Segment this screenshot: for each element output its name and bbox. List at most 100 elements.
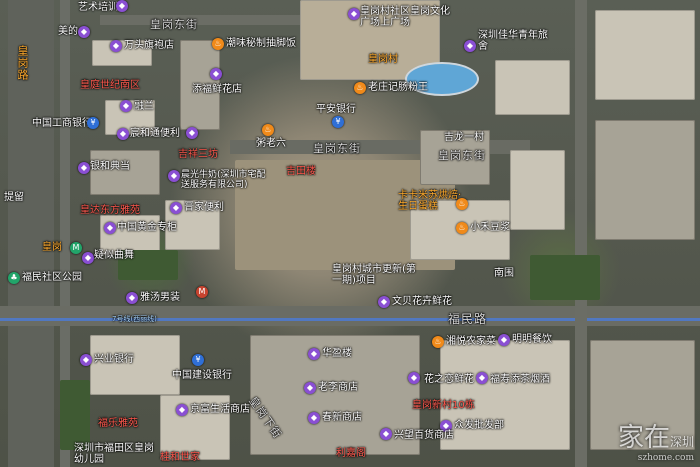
poi-jitian[interactable]: 吉田楼 xyxy=(286,166,316,178)
shop-icon[interactable]: ◆ xyxy=(126,292,138,304)
poi-renewal-project[interactable]: 皇岗村城市更新(第一期)项目 xyxy=(332,264,422,286)
fumin-road xyxy=(0,306,700,326)
poi-icbc[interactable]: 中国工商银行 xyxy=(32,118,92,130)
poi-laozhuji[interactable]: 老庄记肠粉王 xyxy=(368,82,428,94)
building xyxy=(595,10,695,100)
shop-icon[interactable]: ◆ xyxy=(120,100,132,112)
poi-zhongfa[interactable]: 众发批发部 xyxy=(454,420,504,432)
building xyxy=(495,60,570,115)
bank-icon[interactable]: ¥ xyxy=(332,116,344,128)
shop-icon[interactable]: ◆ xyxy=(476,372,488,384)
shop-icon[interactable]: ◆ xyxy=(308,412,320,424)
shop-icon[interactable]: ◆ xyxy=(348,8,360,20)
shop-icon[interactable]: ◆ xyxy=(78,26,90,38)
poi-jilong[interactable]: 吉龙一村 xyxy=(444,132,484,144)
poi-huazhilian[interactable]: 花之恋鲜花 xyxy=(424,374,474,386)
park-icon[interactable]: ♣ xyxy=(8,272,20,284)
poi-huangting-south[interactable]: 皇庭世纪南区 xyxy=(80,80,140,92)
poi-art-training[interactable]: 艺术培训 xyxy=(78,2,118,14)
poi-fushou[interactable]: 福寿添茶烟酒 xyxy=(490,374,550,386)
shop-icon[interactable]: ◆ xyxy=(176,404,188,416)
poi-nongjia[interactable]: 湘悦农家菜 xyxy=(446,336,496,348)
main-road-vertical xyxy=(8,0,54,467)
poi-laoli[interactable]: 老李商店 xyxy=(318,382,358,394)
poi-guihe[interactable]: 桂和世家 xyxy=(160,452,200,464)
poi-fumin-park[interactable]: 福民社区公园 xyxy=(22,272,82,284)
satellite-map[interactable]: 皇岗路 皇岗东街 福民路 皇岗东街 提留 7号线(西丽线) 皇岗下街 艺术培训 … xyxy=(0,0,700,467)
bakery-icon[interactable]: ♨ xyxy=(456,198,468,210)
poi-rongshi[interactable]: 融兰 xyxy=(134,101,154,113)
poi-gold[interactable]: 中国黄金专柜 xyxy=(117,222,177,234)
poi-huaying[interactable]: 华盈楼 xyxy=(322,348,352,360)
street-label-fumin-road: 福民路 xyxy=(448,312,488,326)
poi-culture-plaza[interactable]: 皇岗村社区皇岗文化广场上广场 xyxy=(360,6,450,28)
poi-jingfu[interactable]: 京富生活商店 xyxy=(190,404,250,416)
poi-lijia[interactable]: 利嘉阁 xyxy=(336,448,366,460)
watermark: 家在深圳 szhome.com xyxy=(618,417,694,463)
street-label-huanggang-east-street: 皇岗东街 xyxy=(313,142,361,155)
poi-chunxin[interactable]: 春新商店 xyxy=(322,412,362,424)
shop-icon[interactable]: ◆ xyxy=(210,68,222,80)
shop-icon[interactable]: ◆ xyxy=(308,348,320,360)
shop-icon[interactable]: ◆ xyxy=(380,428,392,440)
poi-tianfu-flower[interactable]: 添福鲜花店 xyxy=(192,84,242,96)
poi-nanwei[interactable]: 南围 xyxy=(494,268,514,280)
bank-icon[interactable]: ¥ xyxy=(87,117,99,129)
street-label-huanggang-east-2: 皇岗东街 xyxy=(438,149,486,162)
restaurant-icon[interactable]: ♨ xyxy=(432,336,444,348)
poi-ccb[interactable]: 中国建设银行 xyxy=(172,370,232,382)
shop-icon[interactable]: ◆ xyxy=(78,162,90,174)
building xyxy=(595,120,695,240)
building xyxy=(510,150,565,230)
poi-jixiang[interactable]: 吉祥三坊 xyxy=(178,149,218,161)
shop-icon[interactable]: ◆ xyxy=(378,296,390,308)
poi-yinhe[interactable]: 银和典当 xyxy=(90,161,130,173)
building xyxy=(100,215,160,255)
shop-icon[interactable]: ◆ xyxy=(80,354,92,366)
metro-icon[interactable]: M xyxy=(70,242,82,254)
metro-entrance-icon[interactable]: M xyxy=(196,286,208,298)
right-vertical-road xyxy=(575,0,587,467)
poi-fule[interactable]: 福乐雅苑 xyxy=(98,418,138,430)
restaurant-icon[interactable]: ♨ xyxy=(262,124,274,136)
poi-huanggang-xincun[interactable]: 皇岗新村10栋 xyxy=(412,400,475,412)
shop-icon[interactable]: ◆ xyxy=(104,222,116,234)
restaurant-icon[interactable]: ♨ xyxy=(354,82,366,94)
bank-icon[interactable]: ¥ xyxy=(192,354,204,366)
restaurant-icon[interactable]: ♨ xyxy=(456,222,468,234)
shop-icon[interactable]: ◆ xyxy=(116,0,128,12)
street-label-upper: 皇岗东街 xyxy=(150,18,198,31)
hotel-icon[interactable]: ◆ xyxy=(464,40,476,52)
poi-xiaohe[interactable]: 小禾豆浆 xyxy=(470,222,510,234)
shop-icon[interactable]: ◆ xyxy=(168,170,180,182)
poi-mingming[interactable]: 明明餐饮 xyxy=(512,334,552,346)
poi-huanggang-village[interactable]: 皇岗村 xyxy=(368,54,398,66)
park xyxy=(60,380,90,450)
shop-icon[interactable]: ◆ xyxy=(408,372,420,384)
poi-hongkong[interactable]: 宸和通便利 xyxy=(130,128,180,140)
poi-wenbei[interactable]: 文贝花卉鲜花 xyxy=(392,296,452,308)
poi-huangda[interactable]: 皇达东方雅苑 xyxy=(80,205,140,217)
poi-meide[interactable]: 美的 xyxy=(58,26,78,38)
poi-kindergarten[interactable]: 深圳市福田区皇岗幼儿园 xyxy=(74,443,154,465)
shop-icon[interactable]: ◆ xyxy=(498,334,510,346)
poi-chaowei[interactable]: 潮味秘制抽脚饭 xyxy=(226,38,296,50)
poi-xingye[interactable]: 兴业银行 xyxy=(94,354,134,366)
restaurant-icon[interactable]: ♨ xyxy=(212,38,224,50)
shop-icon[interactable]: ◆ xyxy=(304,382,316,394)
shop-icon[interactable]: ◆ xyxy=(117,128,129,140)
poi-pingan-bank[interactable]: 平安银行 xyxy=(316,104,356,116)
building xyxy=(440,340,570,450)
shop-icon[interactable]: ◆ xyxy=(170,202,182,214)
poi-wanfu-qipao[interactable]: 万头旗袍店 xyxy=(124,40,174,52)
shop-icon[interactable]: ◆ xyxy=(82,252,94,264)
poi-yatang[interactable]: 雅汤男装 xyxy=(140,292,180,304)
poi-jiajia[interactable]: 晋家便利 xyxy=(184,202,224,214)
poi-zhoulaoliu[interactable]: 粥老六 xyxy=(256,138,286,150)
poi-chenguang[interactable]: 晨光牛奶(深圳市宅配送服务有限公司) xyxy=(181,170,271,190)
shop-icon[interactable]: ◆ xyxy=(186,127,198,139)
shop-icon[interactable]: ◆ xyxy=(110,40,122,52)
poi-xingwang[interactable]: 兴望百货商店 xyxy=(394,430,454,442)
poi-yisi[interactable]: 疑似曲舞 xyxy=(94,250,134,262)
poi-hostel[interactable]: 深圳佳华青年旅舍 xyxy=(478,30,548,52)
